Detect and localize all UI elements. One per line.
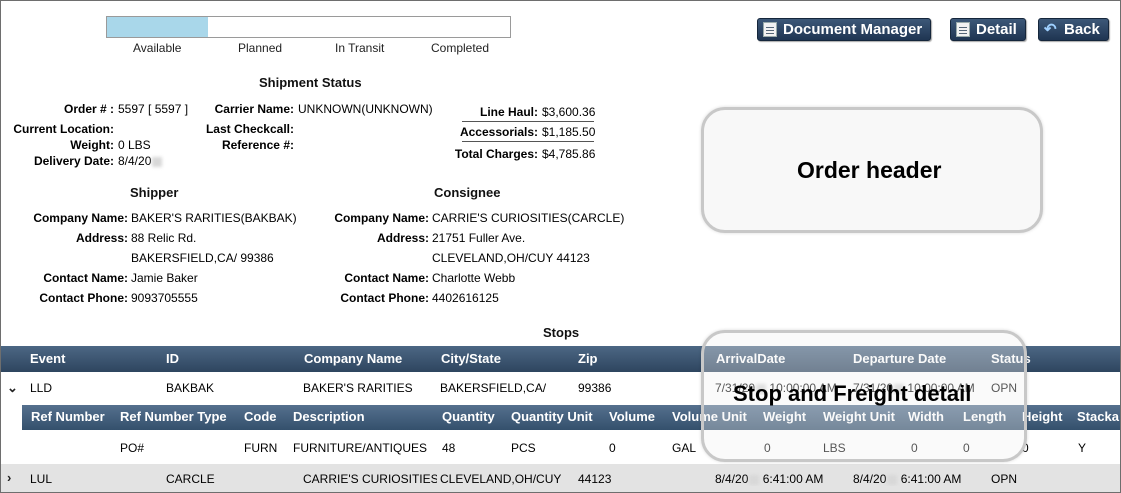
- stop-company: BAKER'S RARITIES: [303, 381, 413, 395]
- col-volume[interactable]: Volume: [609, 409, 655, 424]
- carrier-name-value: UNKNOWN(UNKNOWN): [298, 102, 433, 116]
- back-arrow-icon: ↶: [1044, 21, 1057, 38]
- detail-button[interactable]: Detail: [950, 18, 1026, 41]
- shipper-company-label: Company Name:: [33, 211, 128, 225]
- document-icon: [763, 22, 777, 37]
- shipper-contact-phone-value: 9093705555: [131, 291, 198, 305]
- stop-zip: 99386: [578, 381, 612, 395]
- stops-title: Stops: [543, 325, 580, 340]
- stop-row[interactable]: › LUL CARCLE CARRIE'S CURIOSITIES CLEVEL…: [1, 464, 1120, 492]
- shipper-title: Shipper: [130, 185, 179, 200]
- last-checkcall-label: Last Checkcall:: [205, 122, 294, 136]
- col-ref-number-type[interactable]: Ref Number Type: [120, 409, 227, 424]
- line-haul-rule: [462, 121, 594, 122]
- col-id[interactable]: ID: [166, 351, 179, 366]
- freight-stackable: Y: [1078, 441, 1087, 455]
- consignee-address-line2: CLEVELAND,OH/CUY 44123: [432, 251, 590, 265]
- order-label: Order # :: [63, 102, 114, 116]
- detail-icon: [956, 22, 970, 37]
- shipper-company-value: BAKER'S RARITIES(BAKBAK): [131, 211, 297, 225]
- consignee-company-value: CARRIE'S CURIOSITIES(CARCLE): [432, 211, 625, 225]
- shipper-contact-name-value: Jamie Baker: [131, 271, 198, 285]
- current-location-label: Current Location:: [13, 122, 114, 136]
- freight-volume-unit: GAL: [672, 441, 697, 455]
- stop-status: OPN: [991, 472, 1018, 486]
- collapse-chevron-icon[interactable]: ⌄: [7, 380, 18, 396]
- col-zip[interactable]: Zip: [578, 351, 598, 366]
- stop-arrival: 8/4/20 6:41:00 AM: [715, 472, 824, 486]
- accessorials-rule: [462, 141, 594, 142]
- stage-planned: Planned: [238, 41, 283, 55]
- accessorials-value: $1,185.50: [542, 125, 596, 139]
- consignee-contact-name-value: Charlotte Webb: [432, 271, 516, 285]
- reference-label: Reference #:: [221, 138, 294, 152]
- back-label: Back: [1064, 21, 1100, 38]
- stop-company: CARRIE'S CURIOSITIES: [303, 472, 437, 486]
- shipper-address-label: Address:: [75, 231, 128, 245]
- document-manager-button[interactable]: Document Manager: [757, 18, 932, 41]
- stage-available: Available: [133, 41, 182, 55]
- detail-label: Detail: [976, 21, 1017, 38]
- col-city-state[interactable]: City/State: [441, 351, 501, 366]
- stop-id: CARCLE: [166, 472, 215, 486]
- delivery-date-value: 8/4/20: [118, 154, 163, 168]
- freight-ref-type: PO#: [120, 441, 145, 455]
- carrier-name-label: Carrier Name:: [214, 102, 294, 116]
- freight-description: FURNITURE/ANTIQUES: [293, 441, 428, 455]
- consignee-contact-name-label: Contact Name:: [344, 271, 429, 285]
- shipper-address-line1: 88 Relic Rd.: [131, 231, 197, 245]
- shipment-status-title: Shipment Status: [259, 75, 362, 90]
- back-button[interactable]: ↶ Back: [1038, 18, 1109, 41]
- weight-value: 0 LBS: [118, 138, 151, 152]
- col-height[interactable]: Height: [1022, 409, 1062, 424]
- stop-event: LUL: [30, 472, 53, 486]
- order-header-callout-text: Order header: [797, 157, 942, 183]
- consignee-address-line1: 21751 Fuller Ave.: [432, 231, 526, 245]
- col-event[interactable]: Event: [30, 351, 65, 366]
- stop-freight-callout-text: Stop and Freight detail: [733, 381, 972, 406]
- stop-departure: 8/4/20 6:41:00 AM: [853, 472, 962, 486]
- col-description[interactable]: Description: [293, 409, 365, 424]
- document-manager-label: Document Manager: [783, 21, 923, 38]
- consignee-title: Consignee: [434, 185, 501, 200]
- stage-completed: Completed: [431, 41, 490, 55]
- line-haul-value: $3,600.36: [542, 105, 596, 119]
- col-quantity-unit[interactable]: Quantity Unit: [511, 409, 593, 424]
- line-haul-label: Line Haul:: [479, 105, 538, 119]
- accessorials-label: Accessorials:: [459, 125, 538, 139]
- status-progress-bar: [106, 16, 511, 38]
- total-charges-label: Total Charges:: [454, 147, 538, 161]
- freight-quantity-unit: PCS: [511, 441, 536, 455]
- consignee-contact-phone-label: Contact Phone:: [340, 291, 429, 305]
- shipper-contact-name-label: Contact Name:: [43, 271, 128, 285]
- stop-id: BAKBAK: [166, 381, 215, 395]
- stage-in-transit: In Transit: [335, 41, 385, 55]
- total-charges-value: $4,785.86: [542, 147, 596, 161]
- consignee-company-label: Company Name:: [334, 211, 429, 225]
- delivery-date-label: Delivery Date:: [33, 154, 114, 168]
- shipper-address-line2: BAKERSFIELD,CA/ 99386: [131, 251, 274, 265]
- freight-code: FURN: [244, 441, 278, 455]
- stop-city: BAKERSFIELD,CA/: [440, 381, 547, 395]
- order-value: 5597 [ 5597 ]: [118, 102, 189, 116]
- freight-quantity: 48: [442, 441, 456, 455]
- col-ref-number[interactable]: Ref Number: [31, 409, 105, 424]
- stop-zip: 44123: [578, 472, 612, 486]
- col-code[interactable]: Code: [244, 409, 277, 424]
- stop-city: CLEVELAND,OH/CUY: [440, 472, 562, 486]
- col-quantity[interactable]: Quantity: [442, 409, 495, 424]
- shipper-contact-phone-label: Contact Phone:: [39, 291, 128, 305]
- expand-chevron-icon[interactable]: ›: [7, 470, 11, 485]
- progress-fill: [107, 17, 208, 37]
- freight-volume: 0: [609, 441, 616, 455]
- stop-event: LLD: [30, 381, 53, 395]
- col-company-name[interactable]: Company Name: [304, 351, 402, 366]
- col-stackable[interactable]: Stacka: [1077, 409, 1119, 424]
- consignee-contact-phone-value: 4402616125: [432, 291, 499, 305]
- consignee-address-label: Address:: [376, 231, 429, 245]
- weight-label: Weight:: [70, 138, 114, 152]
